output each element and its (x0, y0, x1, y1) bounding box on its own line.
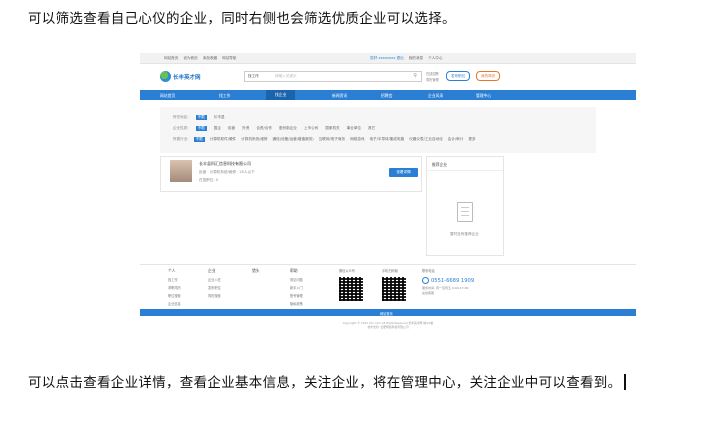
paragraph-2: 可以点击查看企业详情，查看企业基本信息，关注企业，将在管理中心，关注企业中可以查… (28, 373, 648, 393)
filter-option[interactable]: 不限 (195, 126, 207, 131)
logo-mark-icon (160, 71, 171, 82)
recommended-panel: 推荐企业 暂时没有推荐企业 (426, 156, 504, 256)
view-details-button[interactable]: 查看详情 (389, 168, 418, 177)
filter-option[interactable]: 民营 (228, 126, 235, 131)
footer-col-personal: 个人 找工作 求职简历 职位搜索 企业信息 (168, 268, 181, 306)
service-phone: 0551-6689 1909 (422, 277, 474, 284)
filter-option[interactable]: 外资 (242, 126, 249, 131)
divider (427, 170, 503, 171)
qr-code-icon (339, 277, 363, 301)
header-links: 在线招聘 简历管理 (426, 71, 439, 82)
top-link[interactable]: 个人中心 (428, 56, 442, 61)
filter-option[interactable]: 国企 (214, 126, 221, 131)
search-input[interactable]: 请输入关键字 (275, 74, 297, 79)
filter-option[interactable]: 计算机软件/硬件 (210, 137, 236, 142)
filter-option[interactable]: 仪器仪表/工业自动化 (409, 137, 443, 142)
filter-option[interactable]: 互联网/电子商务 (319, 137, 345, 142)
footer-divider (140, 264, 636, 265)
filter-option[interactable]: 计算机系统/维修 (241, 137, 267, 142)
service-note: 服务时间: 周一至周五 9:00-17:00 在线客服 (422, 286, 469, 295)
company-card: 长丰县科汇信息科技有限公司 民营 · 计算机系统/维修 · 20人以下 在招职位… (160, 156, 422, 192)
top-link[interactable]: 设为首页 (183, 56, 197, 61)
company-name[interactable]: 长丰县科汇信息科技有限公司 (199, 161, 251, 167)
main-nav: 网站首页 找工作 找企业 新闻资讯 招聘会 企业风采 管理中心 (140, 90, 636, 100)
filter-panel: 所在地区: 不限 长丰县 企业性质: 不限 国企 民营 外资 合资/合作 股份制… (160, 107, 596, 153)
footer-col-help: 帮助 常见问题 新手入门 账号管理 隐私政策 (290, 268, 303, 306)
company-meta: 民营 · 计算机系统/维修 · 20人以下 (199, 170, 255, 174)
footer-bar: 网站首页 (140, 309, 636, 316)
logo-text: 长丰英才网 (173, 74, 201, 81)
nav-showcase[interactable]: 企业风采 (428, 93, 443, 99)
user-greeting[interactable]: 您好 xxxxxxxx 退出 (370, 56, 404, 61)
top-link[interactable]: 网站导航 (222, 56, 236, 61)
phone-icon (422, 277, 429, 284)
post-job-button[interactable]: 发布职位 (446, 71, 471, 81)
top-link[interactable]: 网站首页 (164, 56, 178, 61)
filter-option[interactable]: 合资/合作 (256, 126, 272, 131)
filter-option[interactable]: 电子/半导体/集成电路 (369, 137, 404, 142)
filter-option[interactable]: 国家机关 (325, 126, 339, 131)
filter-option[interactable]: 股份制企业 (279, 126, 297, 131)
my-resume-button[interactable]: 我的简历 (476, 71, 501, 81)
site-logo[interactable]: 长丰英才网 (160, 70, 210, 83)
nav-news[interactable]: 新闻资讯 (332, 93, 347, 99)
filter-option[interactable]: 网络游戏 (350, 137, 364, 142)
filter-option[interactable]: 上市公司 (304, 126, 318, 131)
filter-row-region: 所在地区: 不限 长丰县 (173, 115, 225, 120)
company-jobs-count: 在招职位: 0 (199, 178, 219, 182)
embedded-screenshot: 网站首页 设为首页 添加收藏 网站导航 您好 xxxxxxxx 退出 我的消息 … (140, 53, 636, 336)
service-title: 联系电话 (422, 269, 435, 273)
copyright: Copyright © 2015 cfrc.com All Right Rese… (342, 321, 434, 329)
text-cursor (624, 374, 627, 390)
search-type-select[interactable]: 找工作 (248, 74, 259, 79)
filter-option[interactable]: 通信(设备/运营/增值服务) (273, 137, 314, 142)
search-box[interactable]: 找工作 请输入关键字 ⚲ (244, 71, 422, 82)
nav-companies[interactable]: 找企业 (266, 90, 296, 100)
nav-home[interactable]: 网站首页 (160, 93, 175, 99)
paragraph-2-text: 可以点击查看企业详情，查看企业基本信息，关注企业，将在管理中心，关注企业中可以查… (28, 375, 622, 391)
filter-option[interactable]: 会计/审计 (448, 137, 464, 142)
empty-state-text: 暂时没有推荐企业 (450, 232, 479, 236)
filter-option[interactable]: 不限 (195, 115, 207, 120)
nav-jobs[interactable]: 找工作 (219, 93, 230, 99)
filter-more[interactable]: 更多 (468, 137, 475, 142)
qr-label-mobile: 手机扫码版 (382, 269, 398, 273)
header-link[interactable]: 在线招聘 (426, 71, 439, 76)
filter-option[interactable]: 长丰县 (214, 115, 225, 120)
header-link[interactable]: 简历管理 (426, 77, 439, 82)
filter-row-industry: 所属行业: 不限 计算机软件/硬件 计算机系统/维修 通信(设备/运营/增值服务… (173, 137, 476, 142)
top-link[interactable]: 添加收藏 (203, 56, 217, 61)
filter-option[interactable]: 其它 (368, 126, 375, 131)
recommended-title: 推荐企业 (432, 162, 448, 167)
footer-col-company: 企业 企业入驻 发布职位 简历搜索 (208, 268, 221, 298)
footer-bar-link[interactable]: 网站首页 (380, 311, 393, 316)
company-avatar[interactable] (170, 160, 192, 182)
filter-option[interactable]: 事业单位 (347, 126, 361, 131)
filter-option[interactable]: 不限 (193, 137, 205, 142)
qr-code-icon (382, 277, 406, 301)
search-icon[interactable]: ⚲ (413, 73, 417, 79)
paragraph-1: 可以筛选查看自己心仪的企业，同时右侧也会筛选优质企业可以选择。 (28, 11, 456, 27)
footer-col-headhunter: 猎头 (252, 268, 260, 273)
empty-document-icon (457, 202, 473, 222)
top-link[interactable]: 我的消息 (409, 56, 423, 61)
nav-jobfair[interactable]: 招聘会 (381, 93, 392, 99)
site-header: 长丰英才网 找工作 请输入关键字 ⚲ 在线招聘 简历管理 发布职位 我的简历 (140, 63, 636, 90)
filter-row-type: 企业性质: 不限 国企 民营 外资 合资/合作 股份制企业 上市公司 国家机关 … (173, 126, 376, 131)
nav-admin[interactable]: 管理中心 (476, 93, 491, 99)
qr-label-wechat: 微信公众号 (339, 269, 355, 273)
